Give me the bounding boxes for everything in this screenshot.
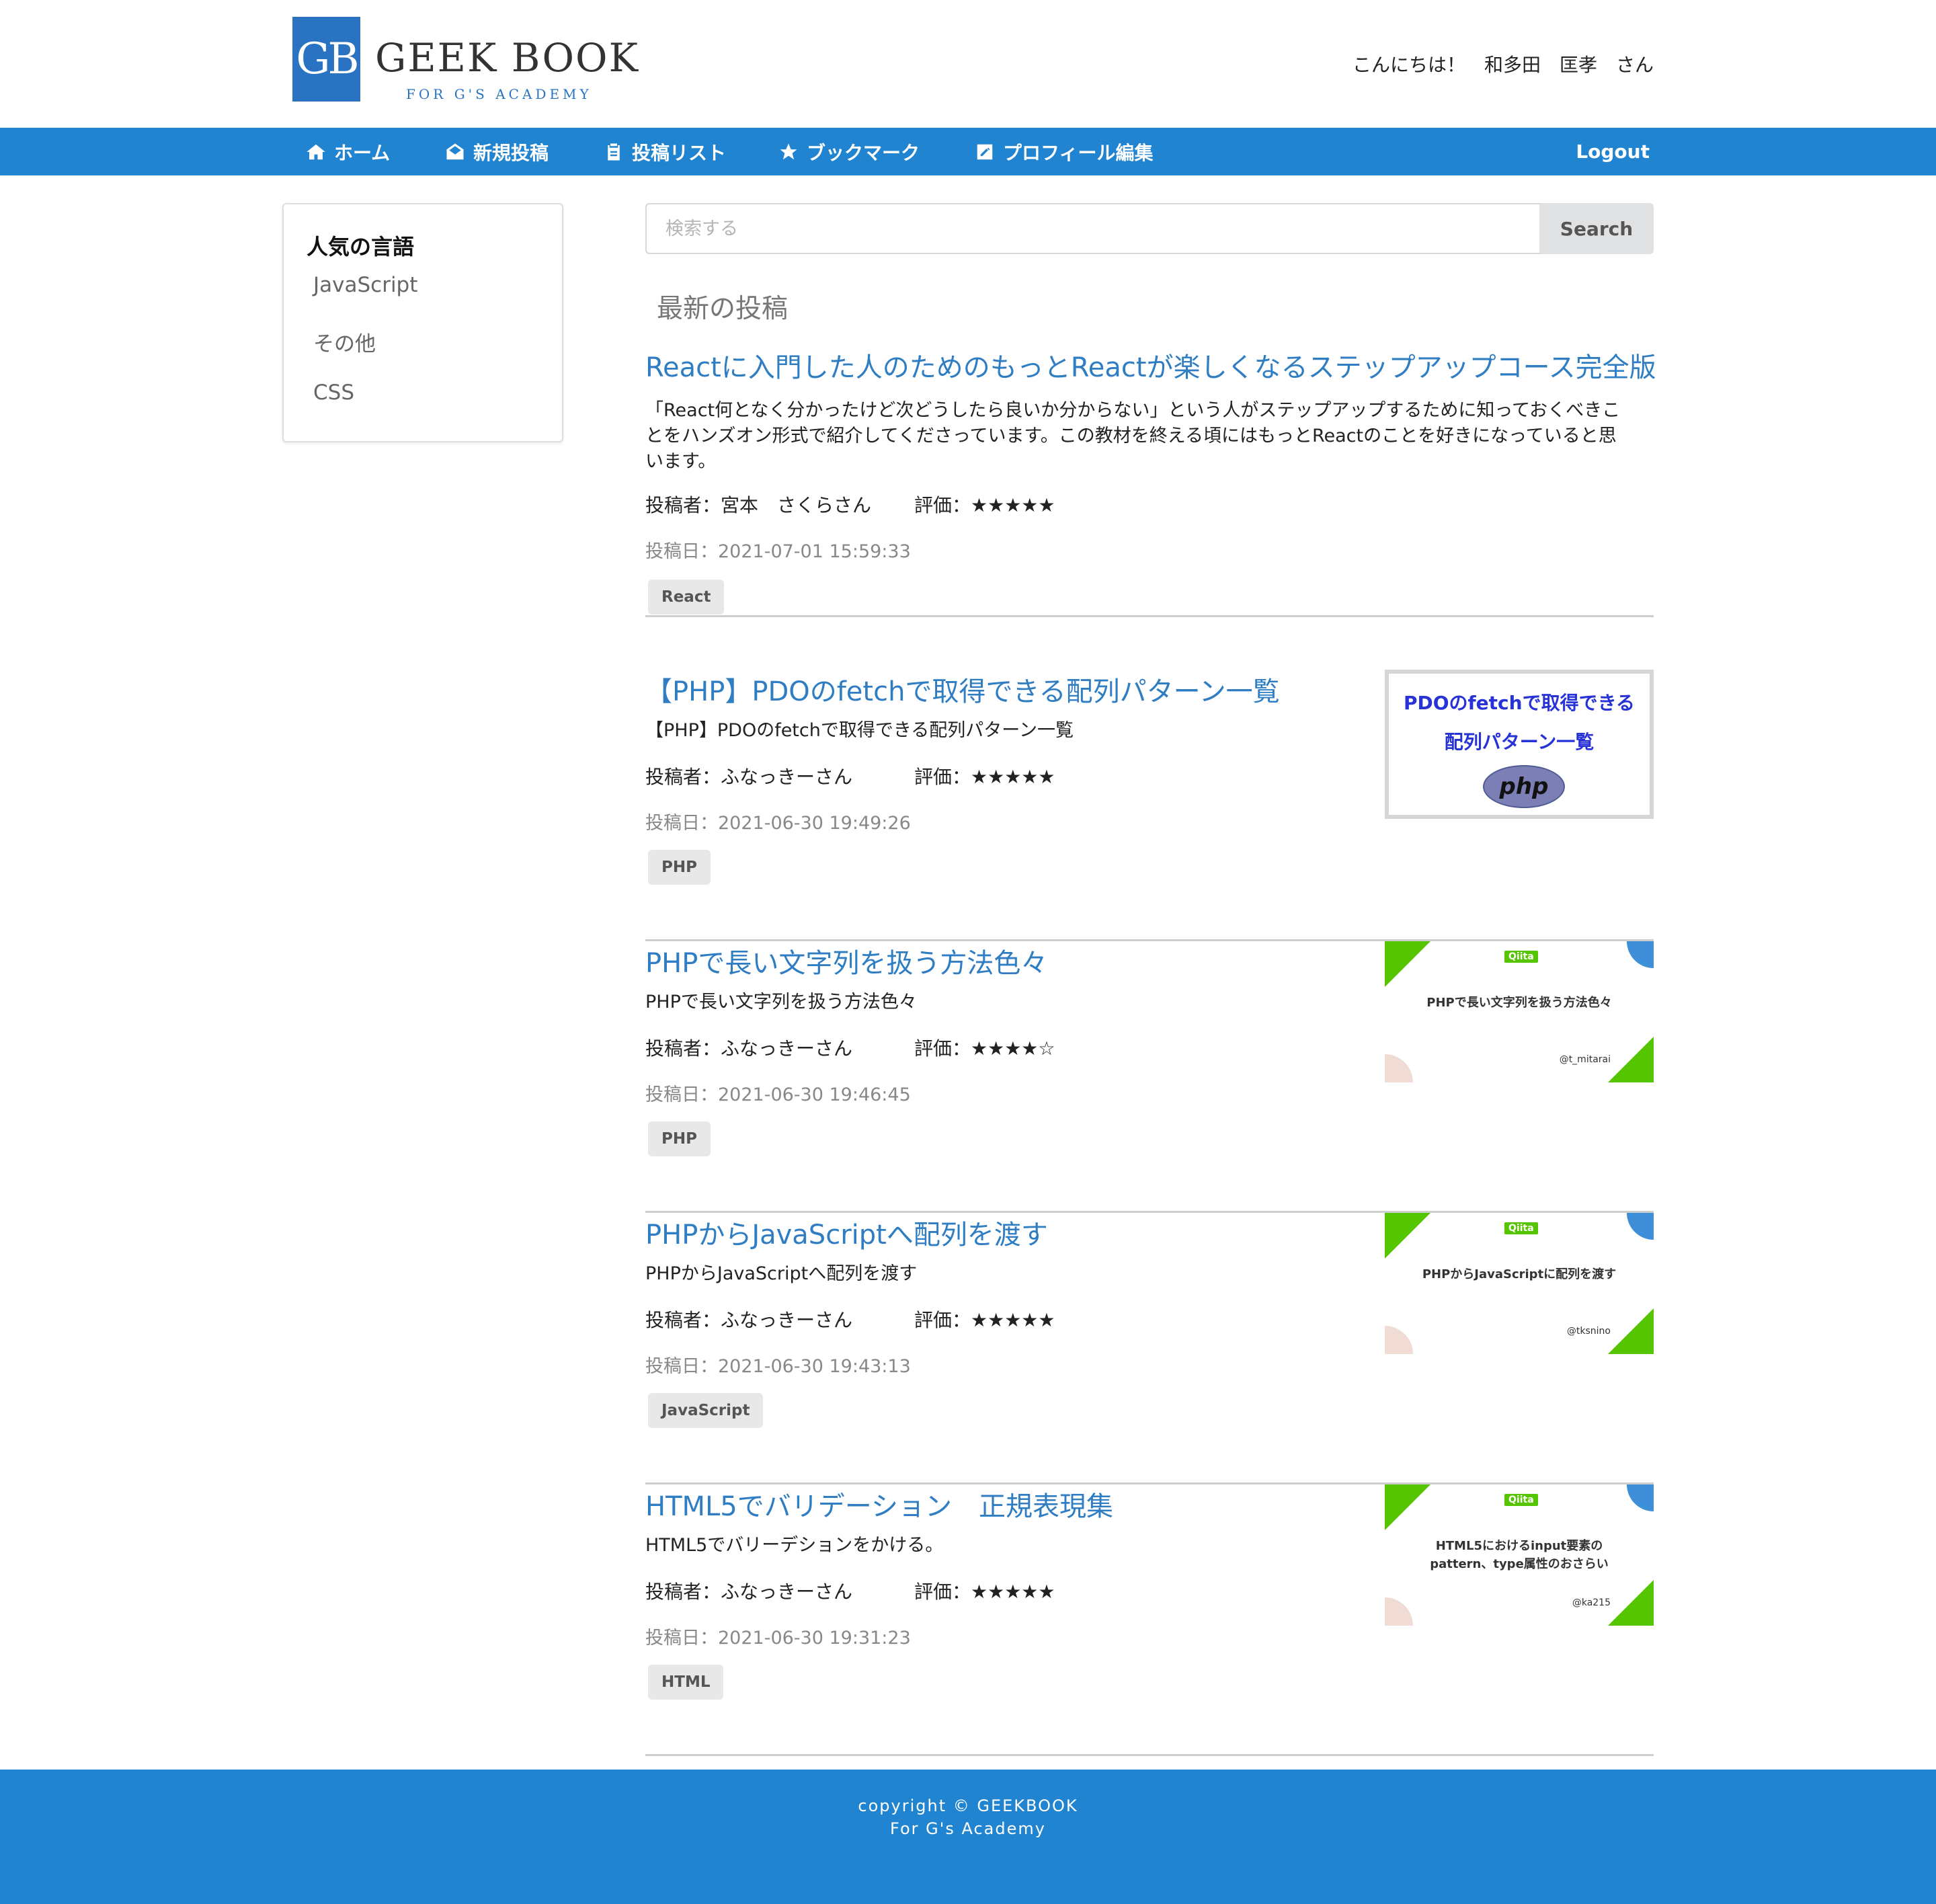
search-button[interactable]: Search	[1539, 203, 1654, 254]
nav-item-new-post[interactable]: 新規投稿	[445, 128, 549, 175]
post-card: 【PHP】PDOのfetchで取得できる配列パターン一覧 【PHP】PDOのfe…	[645, 670, 1654, 941]
post-rating: 評価：★★★★★	[914, 1309, 1055, 1331]
star-icon	[780, 143, 797, 159]
home-icon	[307, 144, 325, 159]
sidebar-item-other[interactable]: その他	[313, 327, 376, 357]
thumbnail-user: @ka215	[1572, 1597, 1611, 1608]
nav-item-label: 新規投稿	[473, 141, 549, 164]
search-input[interactable]	[645, 203, 1539, 254]
decor-triangle	[1385, 1484, 1430, 1530]
decor-quarter-circle	[1385, 1326, 1413, 1354]
post-date: 投稿日：2021-06-30 19:43:13	[645, 1356, 911, 1377]
post-card: Reactに入門した人のためのもっとReactが楽しくなるステップアップコース完…	[645, 346, 1656, 617]
post-date: 投稿日：2021-06-30 19:49:26	[645, 813, 911, 834]
logo-subtitle: FOR G'S ACADEMY	[406, 86, 592, 102]
post-rating: 評価：★★★★★	[914, 494, 1055, 516]
post-tag[interactable]: PHP	[648, 1121, 711, 1156]
thumbnail-text: PHPからJavaScriptに配列を渡す	[1422, 1267, 1617, 1281]
sidebar-item-javascript[interactable]: JavaScript	[313, 273, 417, 297]
post-tag[interactable]: React	[648, 580, 725, 614]
post-author: 投稿者：ふなっきーさん	[645, 1581, 853, 1603]
post-thumbnail[interactable]: PDOのfetchで取得できる 配列パターン一覧 php	[1385, 670, 1654, 819]
popular-languages-panel: 人気の言語 JavaScript その他 CSS	[282, 203, 563, 442]
logo-title[interactable]: GEEK BOOK	[375, 35, 639, 81]
thumbnail-text: PHPで長い文字列を扱う方法色々	[1426, 996, 1612, 1010]
post-title[interactable]: HTML5でバリデーション 正規表現集	[645, 1484, 1113, 1523]
thumbnail-line2: 配列パターン一覧	[1444, 731, 1595, 753]
decor-triangle	[1385, 1213, 1430, 1259]
decor-quarter-circle	[1385, 1597, 1413, 1626]
post-description: 「React何となく分かったけど次どうしたら良いか分からない」という人がステップ…	[645, 400, 1621, 472]
nav-item-label: ホーム	[334, 141, 391, 164]
logout-link[interactable]: Logout	[1576, 128, 1650, 175]
clipboard-list-icon	[608, 143, 620, 160]
nav-item-profile-edit[interactable]: プロフィール編集	[975, 128, 1153, 175]
sidebar-item-css[interactable]: CSS	[313, 381, 354, 405]
post-author: 投稿者：ふなっきーさん	[645, 766, 853, 788]
decor-quarter-circle	[1385, 1054, 1413, 1082]
qiita-logo: Qiita	[1504, 951, 1538, 963]
sidebar-title: 人気の言語	[307, 234, 415, 260]
post-tag[interactable]: PHP	[648, 850, 711, 885]
decor-triangle	[1385, 941, 1430, 987]
post-tag[interactable]: HTML	[648, 1665, 724, 1700]
thumbnail-line1: PDOのfetchで取得できる	[1403, 692, 1636, 714]
post-date: 投稿日：2021-06-30 19:46:45	[645, 1084, 911, 1105]
post-tag[interactable]: JavaScript	[648, 1393, 764, 1428]
post-divider	[645, 1754, 1654, 1756]
post-author: 投稿者：ふなっきーさん	[645, 1037, 853, 1060]
post-rating: 評価：★★★★☆	[914, 1037, 1055, 1060]
site-header: GB GEEK BOOK FOR G'S ACADEMY こんにちは！ 和多田 …	[0, 0, 1936, 128]
nav-item-post-list[interactable]: 投稿リスト	[604, 128, 726, 175]
nav-item-label: ブックマーク	[807, 141, 920, 164]
thumbnail-text: HTML5におけるinput要素のpattern、type属性のおさらい	[1430, 1539, 1609, 1571]
qiita-logo: Qiita	[1504, 1494, 1538, 1506]
nav-item-bookmark[interactable]: ブックマーク	[778, 128, 920, 175]
post-title[interactable]: PHPからJavaScriptへ配列を渡す	[645, 1213, 1048, 1252]
footer-subtitle: For G's Academy	[890, 1819, 1046, 1838]
user-greeting: こんにちは！ 和多田 匡孝 さん	[1352, 54, 1654, 76]
post-thumbnail[interactable]: Qiita PHPからJavaScriptに配列を渡す @tksnino	[1385, 1213, 1654, 1354]
decor-triangle	[1608, 1580, 1654, 1626]
logo-mark[interactable]: GB	[292, 17, 360, 102]
nav-item-label: 投稿リスト	[632, 141, 727, 164]
decor-triangle	[1608, 1308, 1654, 1354]
post-rating: 評価：★★★★★	[914, 1581, 1055, 1603]
nav-item-home[interactable]: ホーム	[306, 128, 390, 175]
post-author: 投稿者：ふなっきーさん	[645, 1309, 853, 1331]
edit-icon	[977, 144, 993, 159]
decor-quarter-circle	[1627, 941, 1654, 968]
envelope-open-icon	[446, 143, 464, 159]
decor-quarter-circle	[1627, 1484, 1654, 1511]
post-date: 投稿日：2021-06-30 19:31:23	[645, 1628, 911, 1649]
post-title[interactable]: 【PHP】PDOのfetchで取得できる配列パターン一覧	[645, 670, 1280, 709]
thumbnail-user: @tksnino	[1566, 1326, 1611, 1337]
thumbnail-user: @t_mitarai	[1559, 1054, 1611, 1065]
post-thumbnail[interactable]: Qiita HTML5におけるinput要素のpattern、type属性のおさ…	[1385, 1484, 1654, 1626]
site-footer: copyright © GEEKBOOK For G's Academy	[0, 1770, 1936, 1904]
post-date: 投稿日：2021-07-01 15:59:33	[645, 541, 911, 562]
post-card: PHPで長い文字列を扱う方法色々 PHPで長い文字列を扱う方法色々 投稿者：ふな…	[645, 941, 1654, 1213]
post-card: HTML5でバリデーション 正規表現集 HTML5でバリーデションをかける。 投…	[645, 1484, 1654, 1756]
post-divider	[645, 615, 1654, 617]
decor-quarter-circle	[1627, 1213, 1654, 1240]
footer-copyright: copyright © GEEKBOOK	[858, 1796, 1078, 1815]
nav-item-label: プロフィール編集	[1003, 141, 1154, 164]
post-title[interactable]: PHPで長い文字列を扱う方法色々	[645, 941, 1047, 980]
post-card: PHPからJavaScriptへ配列を渡す PHPからJavaScriptへ配列…	[645, 1213, 1654, 1484]
post-title[interactable]: Reactに入門した人のためのもっとReactが楽しくなるステップアップコース完…	[645, 346, 1656, 385]
main-nav: ホーム 新規投稿 投稿リスト ブックマーク プロフィール編集 Logout	[0, 128, 1936, 175]
post-rating: 評価：★★★★★	[914, 766, 1055, 788]
php-logo-icon: php	[1483, 765, 1565, 808]
post-author: 投稿者：宮本 さくらさん	[645, 494, 872, 516]
qiita-logo: Qiita	[1504, 1222, 1538, 1234]
decor-triangle	[1608, 1037, 1654, 1082]
section-title: 最新の投稿	[657, 294, 789, 324]
post-thumbnail[interactable]: Qiita PHPで長い文字列を扱う方法色々 @t_mitarai	[1385, 941, 1654, 1082]
